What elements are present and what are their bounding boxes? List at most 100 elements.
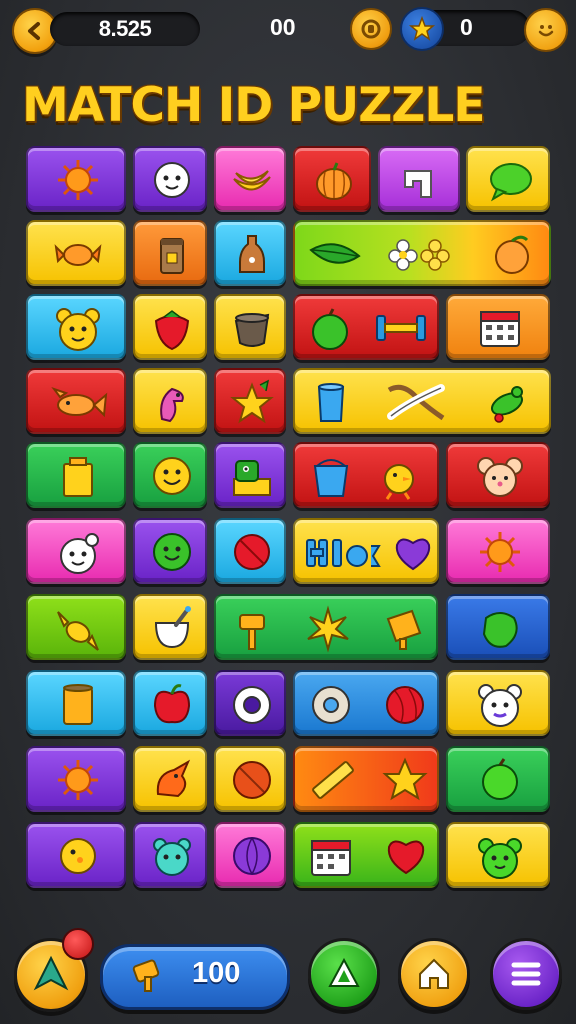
- tile-block-shape[interactable]: [378, 146, 460, 212]
- tile-frog-book[interactable]: [214, 442, 286, 508]
- puzzle-board: [0, 0, 576, 1024]
- tile-box[interactable]: [26, 442, 126, 508]
- tile-bucket-chick[interactable]: [293, 442, 439, 508]
- flower-icon: [388, 239, 450, 271]
- green-face-icon: [153, 533, 191, 571]
- tile-dragon[interactable]: [133, 746, 207, 812]
- hamburger-menu-icon: [511, 962, 541, 986]
- green-apple-icon: [482, 758, 518, 800]
- tile-calendar-heart[interactable]: [293, 822, 439, 888]
- hint-button[interactable]: [308, 938, 380, 1010]
- apple-icon: [153, 684, 191, 724]
- tile-bottle[interactable]: [214, 220, 286, 286]
- tile-calendar[interactable]: [446, 294, 550, 360]
- star-burst-icon: [307, 605, 349, 653]
- tile-can[interactable]: [26, 670, 126, 736]
- notification-dot: [62, 928, 94, 960]
- tile-long-green-strip[interactable]: [214, 594, 438, 660]
- ball-icon: [234, 534, 270, 570]
- chick-icon: [384, 464, 414, 500]
- tile-green-face[interactable]: [133, 518, 207, 584]
- tile-sun[interactable]: [26, 146, 126, 212]
- bottle-icon: [239, 235, 265, 273]
- menu-button[interactable]: [490, 938, 562, 1010]
- tile-polar-bear[interactable]: [26, 518, 126, 584]
- tile-ring-eye[interactable]: [214, 670, 286, 736]
- box-icon: [63, 457, 93, 497]
- tile-green-blob[interactable]: [446, 594, 550, 660]
- tile-sun-purple[interactable]: [26, 746, 126, 812]
- heart-icon: [395, 538, 431, 571]
- ball-icon: [233, 761, 271, 799]
- tile-candy[interactable]: [26, 220, 126, 286]
- bird-icon: [160, 387, 184, 423]
- tile-white-bear[interactable]: [446, 670, 550, 736]
- bone-icon: [387, 384, 445, 421]
- mortar-icon: [154, 606, 191, 649]
- tile-fish[interactable]: [26, 368, 126, 434]
- letters-icon: [306, 539, 381, 567]
- bear-icon: [478, 684, 522, 727]
- peach-icon: [495, 235, 529, 274]
- tile-bear[interactable]: [26, 294, 126, 360]
- moves-value: 100: [192, 957, 241, 989]
- green-apple-icon: [312, 308, 348, 350]
- sun-icon: [480, 532, 520, 572]
- red-ball-icon: [386, 686, 424, 724]
- tile-mouse[interactable]: [446, 442, 550, 508]
- tile-ghost-face[interactable]: [133, 146, 207, 212]
- tile-banana[interactable]: [214, 146, 286, 212]
- tile-bird[interactable]: [133, 368, 207, 434]
- dumbbell-icon: [376, 315, 426, 341]
- jar-icon: [160, 238, 184, 274]
- tile-letters-heart[interactable]: [293, 518, 439, 584]
- tile-speech-bubble[interactable]: [466, 146, 550, 212]
- tile-mortar[interactable]: [133, 594, 207, 660]
- tile-pot[interactable]: [214, 294, 286, 360]
- tile-chick-purple[interactable]: [26, 822, 126, 888]
- tile-red-ball[interactable]: [214, 518, 286, 584]
- tile-pencil-star[interactable]: [293, 746, 439, 812]
- tile-jar[interactable]: [133, 220, 207, 286]
- calendar-icon: [311, 840, 351, 876]
- tile-strawberry[interactable]: [133, 294, 207, 360]
- hippo-icon: [153, 838, 191, 876]
- bear-icon: [56, 308, 100, 351]
- home-button[interactable]: [398, 938, 470, 1010]
- leaf-icon: [309, 243, 361, 264]
- tile-candy-yellow[interactable]: [26, 594, 126, 660]
- candy-icon: [54, 244, 102, 266]
- tile-pumpkin[interactable]: [293, 146, 371, 212]
- dragon-icon: [156, 759, 191, 798]
- star-fruit-icon: [230, 379, 274, 424]
- chick-icon: [60, 838, 96, 874]
- heart-icon: [387, 840, 425, 875]
- tile-smiley[interactable]: [133, 442, 207, 508]
- candy-icon: [57, 611, 99, 651]
- strawberry-icon: [154, 310, 190, 351]
- mallet-icon: [239, 614, 265, 650]
- tile-long-cup-strip[interactable]: [293, 368, 551, 434]
- tile-green-bear[interactable]: [446, 822, 550, 888]
- polar-bear-icon: [60, 533, 99, 574]
- home-icon: [419, 958, 449, 989]
- tile-apple-dumbbell[interactable]: [293, 294, 439, 360]
- tile-hippo[interactable]: [133, 822, 207, 888]
- tile-green-apple[interactable]: [446, 746, 550, 812]
- tile-donut-ball[interactable]: [293, 670, 439, 736]
- tile-sun-orange[interactable]: [446, 518, 550, 584]
- sun-icon: [58, 160, 98, 200]
- bell-icon: [386, 609, 422, 650]
- tile-long-leaf-strip[interactable]: [293, 220, 551, 286]
- block-icon: [404, 170, 432, 198]
- tile-purple-ball[interactable]: [214, 822, 286, 888]
- purple-ball-icon: [233, 837, 271, 875]
- can-icon: [63, 684, 93, 725]
- mouse-icon: [477, 457, 523, 497]
- tile-apple[interactable]: [133, 670, 207, 736]
- tile-star-fruit[interactable]: [214, 368, 286, 434]
- tile-ball-orange[interactable]: [214, 746, 286, 812]
- banana-icon: [233, 170, 271, 191]
- cactus-icon: [491, 386, 523, 423]
- speech-bubble-icon: [490, 163, 532, 202]
